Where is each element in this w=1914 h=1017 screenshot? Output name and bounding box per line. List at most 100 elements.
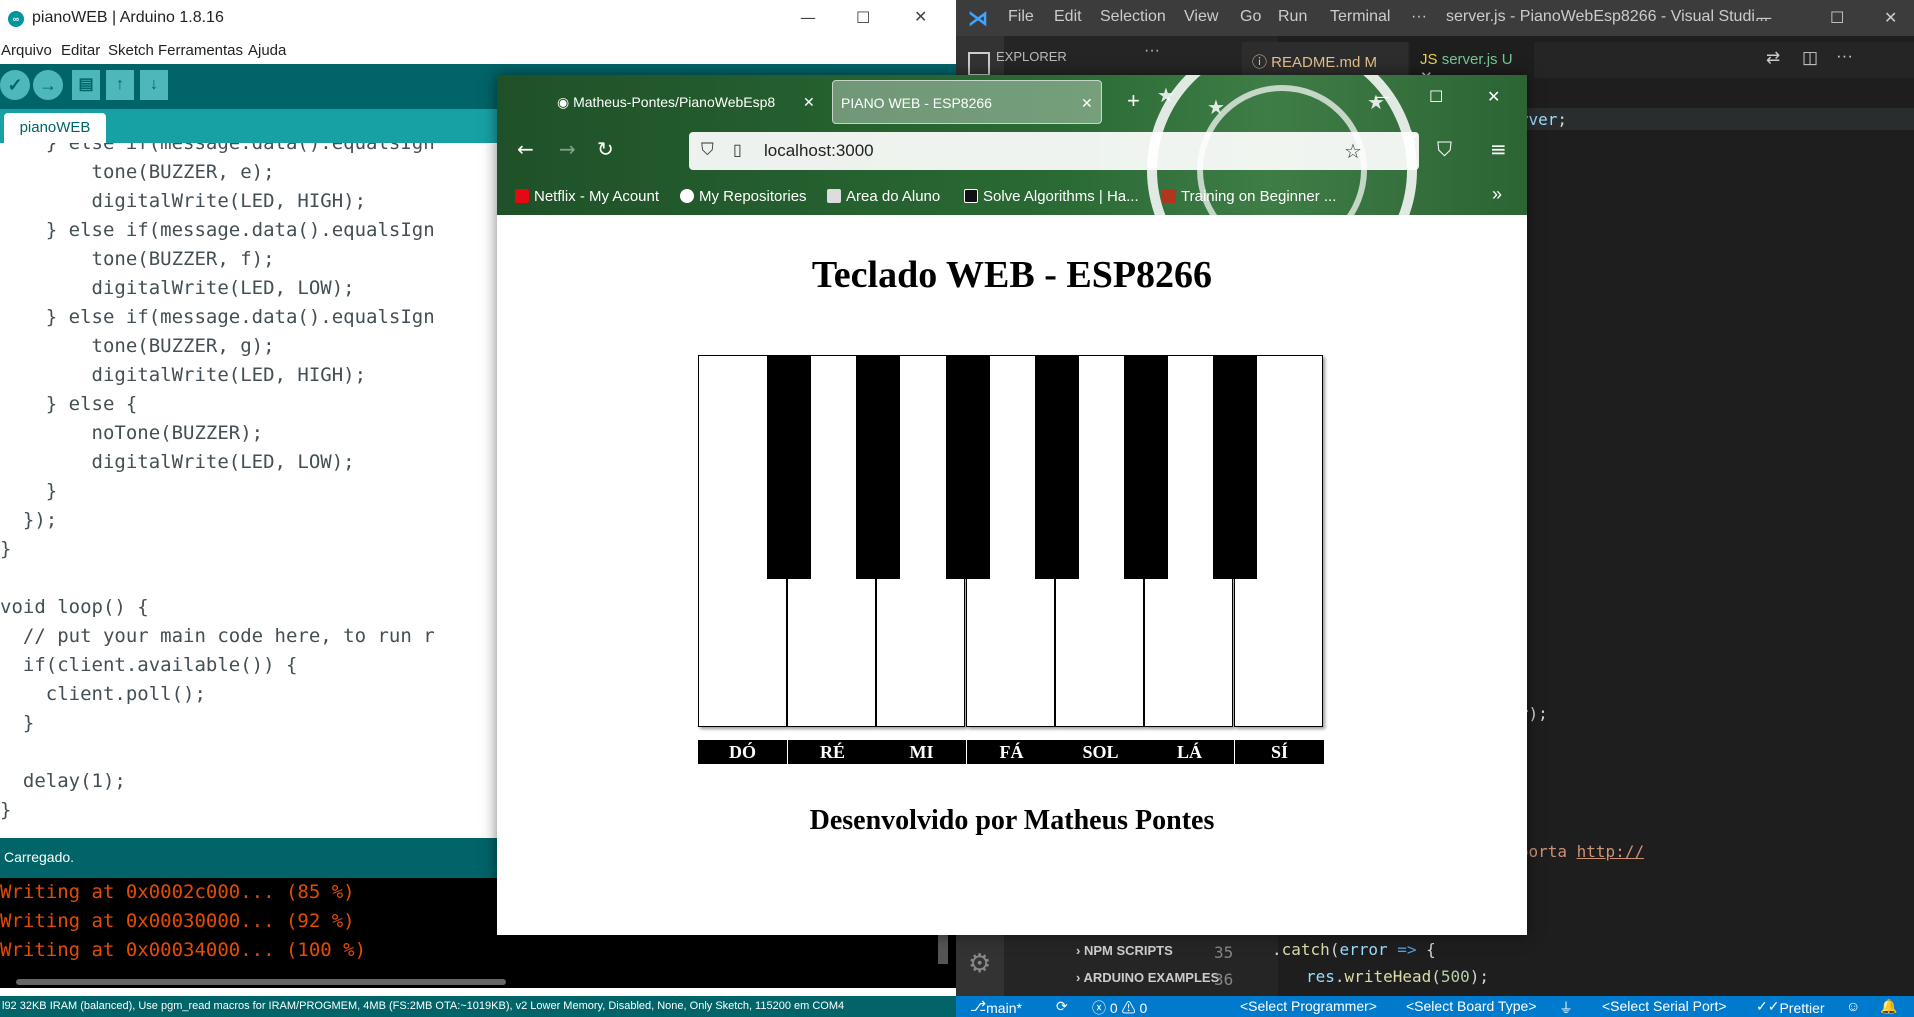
menu-sketch[interactable]: Sketch	[108, 42, 154, 59]
gear-icon[interactable]: ⚙	[968, 948, 991, 979]
branch-indicator[interactable]: ⎇ main*	[970, 998, 1022, 1016]
select-serial-port[interactable]: <Select Serial Port>	[1602, 998, 1727, 1014]
bookmark-star-icon[interactable]: ☆	[1344, 139, 1362, 164]
explorer-icon[interactable]	[968, 52, 990, 76]
menu-ferramentas[interactable]: Ferramentas	[158, 42, 243, 59]
console-horizontal-scrollbar[interactable]	[16, 979, 506, 985]
menu-arquivo[interactable]: Arquivo	[1, 42, 52, 59]
theme-star-icon: ★	[1157, 85, 1175, 107]
black-key[interactable]	[1124, 355, 1168, 579]
minimize-icon[interactable]: —	[1374, 87, 1390, 106]
menu-go[interactable]: Go	[1240, 8, 1261, 26]
feedback-icon[interactable]: ☺	[1846, 998, 1860, 1014]
code-line: }	[0, 712, 35, 734]
close-tab-icon[interactable]: ✕	[803, 80, 815, 124]
more-actions-icon[interactable]: ···	[1836, 46, 1853, 66]
url-text[interactable]: localhost:3000	[764, 141, 874, 161]
black-key[interactable]	[856, 355, 900, 579]
piano-keyboard	[698, 355, 1323, 727]
firefox-window: ★ ★ ★ ★ ◉ Matheus-Pontes/PianoWebEsp8 ✕ …	[497, 75, 1527, 935]
tab-readme[interactable]: ⓘ README.md M	[1242, 42, 1408, 78]
web-page: Teclado WEB - ESP8266 DÓ RÉ MI FÁ SOL LÁ…	[497, 215, 1527, 935]
menu-ajuda[interactable]: Ajuda	[248, 42, 286, 59]
menu-edit[interactable]: Edit	[1054, 8, 1082, 26]
bookmark-area-aluno[interactable]: Area do Aluno	[827, 188, 940, 205]
browser-chrome: ★ ★ ★ ★ ◉ Matheus-Pontes/PianoWebEsp8 ✕ …	[497, 75, 1527, 305]
tab-piano-web-label: PIANO WEB - ESP8266	[841, 95, 992, 111]
console-line: Writing at 0x00034000... (100 %)	[0, 939, 367, 961]
reload-icon[interactable]: ↻	[597, 137, 614, 161]
new-tab-icon[interactable]: +	[1127, 88, 1140, 114]
bookmark-netflix[interactable]: Netflix - My Acount	[515, 188, 659, 205]
select-programmer[interactable]: <Select Programmer>	[1240, 998, 1377, 1014]
plug-icon[interactable]: ⏚	[1559, 998, 1573, 1017]
console-line: Writing at 0x0002c000... (85 %)	[0, 881, 355, 903]
console-line: Writing at 0x00030000... (92 %)	[0, 910, 355, 932]
notifications-icon[interactable]: 🔔	[1880, 998, 1897, 1015]
code-fragment: .catch(error => {	[1272, 940, 1436, 959]
key-label: SOL	[1056, 740, 1145, 764]
code-line: } else if(message.data().equalsIgn	[0, 219, 435, 241]
upload-button[interactable]: →	[33, 70, 63, 100]
code-line: } else {	[0, 393, 138, 415]
close-tab-icon[interactable]: ✕	[1081, 81, 1093, 123]
console-scrollbar[interactable]	[938, 934, 948, 964]
verify-button[interactable]: ✓	[0, 70, 30, 100]
menu-hamburger-icon[interactable]: ≡	[1490, 137, 1507, 161]
bookmark-label: Solve Algorithms | Ha...	[983, 188, 1139, 205]
select-board[interactable]: <Select Board Type>	[1406, 998, 1537, 1014]
code-line: client.poll();	[0, 683, 206, 705]
menu-selection[interactable]: Selection	[1100, 8, 1166, 26]
maximize-icon[interactable]: ☐	[1830, 8, 1844, 27]
save-sketch-button[interactable]: ↓	[140, 70, 168, 100]
menu-view[interactable]: View	[1184, 8, 1218, 26]
address-bar[interactable]: ⛉ ▯ localhost:3000 ☆	[689, 132, 1419, 170]
minimize-icon[interactable]: —	[1756, 8, 1772, 27]
forward-icon[interactable]: →	[559, 137, 576, 161]
code-line: }	[0, 538, 12, 560]
bookmark-hackerrank[interactable]: Solve Algorithms | Ha...	[964, 188, 1139, 205]
close-icon[interactable]: ✕	[1487, 87, 1500, 106]
key-label: MI	[877, 740, 966, 764]
black-key[interactable]	[1035, 355, 1079, 579]
black-key[interactable]	[946, 355, 990, 579]
sync-icon[interactable]: ⟳	[1056, 998, 1068, 1015]
more-bookmarks-icon[interactable]: »	[1492, 184, 1502, 205]
menu-more[interactable]: ···	[1411, 8, 1427, 26]
split-editor-icon[interactable]: ◫	[1802, 48, 1818, 68]
more-actions-icon[interactable]: ···	[1144, 42, 1160, 60]
open-sketch-button[interactable]: ↑	[106, 70, 134, 100]
code-line: }	[0, 799, 12, 821]
black-key[interactable]	[767, 355, 811, 579]
back-icon[interactable]: ←	[517, 137, 534, 161]
tab-github[interactable]: ◉ Matheus-Pontes/PianoWebEsp8 ✕	[557, 80, 821, 124]
bookmark-codewars[interactable]: Training on Beginner ...	[1162, 188, 1336, 205]
tab-server-js[interactable]: JS server.js U ✕	[1410, 42, 1534, 86]
maximize-icon[interactable]: ☐	[856, 8, 870, 27]
menu-terminal[interactable]: Terminal	[1330, 8, 1390, 26]
key-label: RÉ	[788, 740, 877, 764]
maximize-icon[interactable]: ☐	[1429, 87, 1443, 106]
new-sketch-button[interactable]: ▤	[72, 70, 100, 100]
minimize-icon[interactable]: —	[800, 8, 816, 27]
close-icon[interactable]: ✕	[914, 7, 927, 26]
arduino-logo-icon: ∞	[8, 11, 24, 27]
tab-piano-web[interactable]: PIANO WEB - ESP8266 ✕	[832, 80, 1102, 124]
prettier-status[interactable]: ✓✓ Prettier	[1756, 998, 1825, 1016]
npm-scripts-section[interactable]: › NPM SCRIPTS	[1076, 943, 1173, 958]
black-key[interactable]	[1213, 355, 1257, 579]
close-icon[interactable]: ✕	[1884, 8, 1897, 27]
menu-file[interactable]: File	[1008, 8, 1034, 26]
key-labels: DÓ RÉ MI FÁ SOL LÁ SÍ	[698, 740, 1324, 764]
bookmark-repositories[interactable]: My Repositories	[680, 188, 807, 205]
shield-icon[interactable]: ⛉	[701, 140, 714, 160]
menu-editar[interactable]: Editar	[61, 42, 100, 59]
menu-run[interactable]: Run	[1278, 8, 1307, 26]
arduino-examples-section[interactable]: › ARDUINO EXAMPLES	[1076, 970, 1219, 985]
problems-indicator[interactable]: ⓧ 0 ⚠ 0	[1092, 998, 1147, 1017]
compare-changes-icon[interactable]: ⇄	[1766, 48, 1780, 68]
tab-pianoweb[interactable]: pianoWEB	[4, 113, 106, 143]
modified-badge: M	[1364, 54, 1378, 71]
pocket-icon[interactable]: ⛉	[1437, 137, 1452, 161]
arduino-examples-label: ARDUINO EXAMPLES	[1083, 970, 1220, 985]
